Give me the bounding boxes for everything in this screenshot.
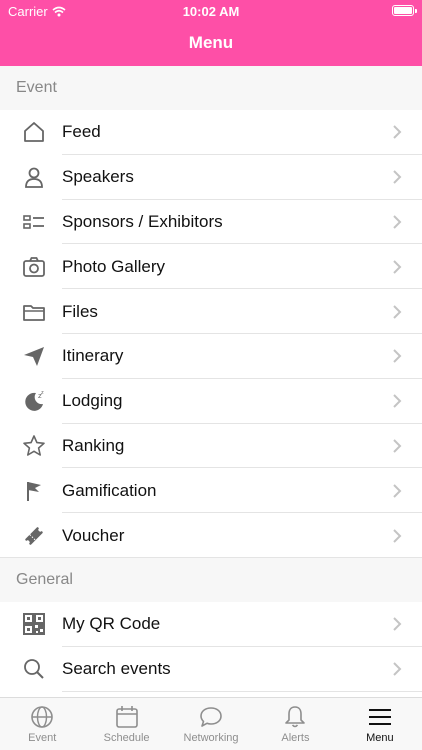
ticket-icon <box>16 524 52 548</box>
menu-item-label: Voucher <box>62 525 125 545</box>
chevron-right-icon <box>393 215 402 229</box>
chevron-right-icon <box>393 528 402 543</box>
qr-code-icon <box>16 612 52 636</box>
menu-item-sponsors-exhibitors[interactable]: Sponsors / Exhibitors <box>0 199 422 245</box>
section-header-general: General <box>0 557 422 602</box>
header-bar: Carrier 10:02 AM Menu <box>0 0 422 66</box>
menu-item-feed[interactable]: Feed <box>0 110 422 155</box>
paper-plane-icon <box>16 344 52 368</box>
hamburger-menu-icon <box>368 709 391 725</box>
moon-sleep-icon: zz <box>16 389 52 413</box>
camera-icon <box>16 255 52 279</box>
menu-item-lodging[interactable]: zz Lodging <box>0 378 422 424</box>
chevron-right-icon <box>393 617 402 632</box>
tab-label: Schedule <box>103 732 150 744</box>
chevron-right-icon <box>393 170 402 184</box>
menu-item-label: Lodging <box>62 391 123 411</box>
section-header-event: Event <box>0 66 422 110</box>
tab-menu[interactable]: Menu <box>338 698 422 750</box>
status-bar: Carrier 10:02 AM <box>0 0 422 22</box>
flag-icon <box>16 479 52 503</box>
menu-item-search-events[interactable]: Search events <box>0 646 422 692</box>
menu-item-my-qr-code[interactable]: My QR Code <box>0 601 422 647</box>
svg-text:z: z <box>41 390 44 396</box>
menu-item-photo-gallery[interactable]: Photo Gallery <box>0 244 422 290</box>
tab-label: Menu <box>366 732 394 744</box>
menu-item-voucher[interactable]: Voucher <box>0 513 422 558</box>
menu-item-label: Sponsors / Exhibitors <box>62 211 223 231</box>
chevron-right-icon <box>393 304 402 319</box>
menu-item-label: Photo Gallery <box>62 256 165 276</box>
battery-icon <box>392 5 417 16</box>
tab-label: Networking <box>183 732 239 744</box>
person-icon <box>16 165 52 189</box>
menu-item-speakers[interactable]: Speakers <box>0 154 422 200</box>
page-title: Menu <box>188 33 234 52</box>
tab-schedule[interactable]: Schedule <box>84 698 168 750</box>
menu-item-label: Speakers <box>62 167 134 187</box>
star-icon <box>16 434 52 458</box>
tab-bar: Event Schedule Networking Alerts Menu <box>0 697 422 750</box>
tab-label: Alerts <box>281 732 310 744</box>
chevron-right-icon <box>393 439 402 453</box>
menu-item-label: My QR Code <box>62 614 161 634</box>
bell-icon <box>285 706 306 728</box>
list-icon <box>16 210 52 234</box>
menu-item-itinerary[interactable]: Itinerary <box>0 333 422 379</box>
menu-item-label: Files <box>62 301 98 321</box>
chevron-right-icon <box>393 484 402 498</box>
tab-networking[interactable]: Networking <box>169 698 253 750</box>
menu-item-label: Feed <box>62 122 101 142</box>
search-icon <box>16 657 52 681</box>
calendar-icon <box>115 706 138 728</box>
menu-item-label: Gamification <box>62 480 157 500</box>
menu-item-label: Search events <box>62 659 171 679</box>
chevron-right-icon <box>393 349 402 364</box>
chevron-right-icon <box>393 260 402 274</box>
folder-icon <box>16 300 52 324</box>
menu-list[interactable]: Event Feed Speakers Sponsors / Exhibitor… <box>0 66 422 698</box>
chevron-right-icon <box>393 662 402 676</box>
menu-item-files[interactable]: Files <box>0 289 422 334</box>
menu-item-label: Itinerary <box>62 346 124 366</box>
tab-label: Event <box>28 732 57 744</box>
menu-item-label: Ranking <box>62 435 125 455</box>
home-icon <box>16 120 52 144</box>
tab-alerts[interactable]: Alerts <box>253 698 337 750</box>
chevron-right-icon <box>393 394 402 408</box>
globe-icon <box>31 706 54 728</box>
chevron-right-icon <box>393 125 402 140</box>
chat-bubble-icon <box>200 707 222 727</box>
tab-event[interactable]: Event <box>0 698 84 750</box>
menu-item-ranking[interactable]: Ranking <box>0 423 422 469</box>
menu-item-gamification[interactable]: Gamification <box>0 468 422 514</box>
status-time: 10:02 AM <box>182 4 240 19</box>
